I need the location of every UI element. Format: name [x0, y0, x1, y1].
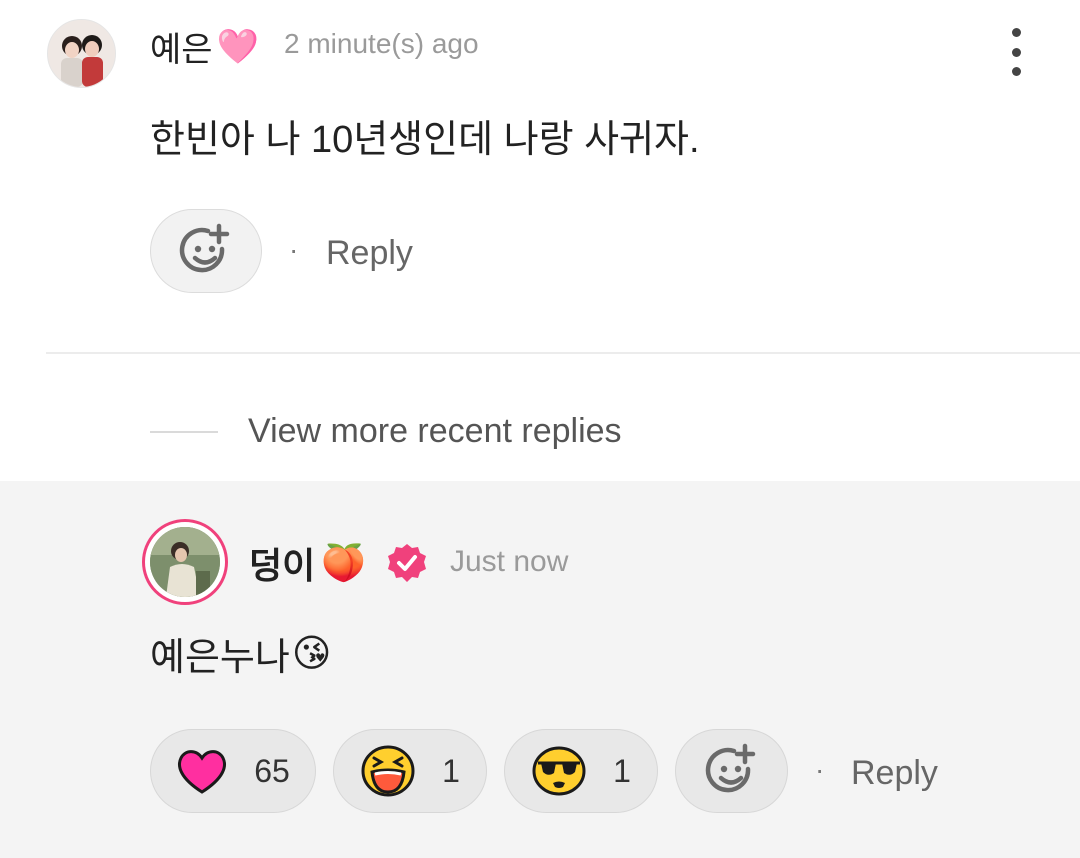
- separator-dot: ·: [289, 234, 299, 265]
- add-emoji-icon: [179, 223, 230, 273]
- verified-badge-icon: [388, 544, 427, 582]
- user-avatar[interactable]: [47, 19, 116, 88]
- author-emoji: 🩷: [216, 27, 259, 66]
- reaction-heart[interactable]: 65: [150, 729, 316, 813]
- reply-avatar[interactable]: [142, 519, 228, 605]
- reaction-count: 1: [613, 752, 631, 789]
- avatar-photo: [48, 20, 115, 87]
- kiss-emoji: 😘: [291, 633, 332, 675]
- reaction-count: 1: [442, 752, 460, 789]
- more-options-icon[interactable]: [998, 28, 1034, 76]
- reply-button[interactable]: Reply: [326, 234, 413, 273]
- reply-timestamp: Just now: [450, 545, 569, 578]
- heart-icon: [178, 750, 227, 794]
- comment-timestamp: 2 minute(s) ago: [284, 28, 479, 59]
- laughing-face-icon: [361, 745, 415, 797]
- separator-dot: ·: [815, 754, 825, 785]
- reply-author[interactable]: 덩이 🍑: [249, 537, 428, 589]
- reply-body: 예은누나 😘: [150, 626, 331, 681]
- reply-button[interactable]: Reply: [851, 754, 938, 793]
- add-reaction-button[interactable]: [675, 729, 788, 813]
- author-emoji: 🍑: [321, 542, 367, 583]
- avatar-photo: [150, 527, 220, 597]
- divider: [46, 352, 1080, 354]
- author-name: 덩이: [249, 545, 316, 586]
- reaction-laughing[interactable]: 1: [333, 729, 487, 813]
- sunglasses-face-icon: [532, 746, 586, 796]
- add-reaction-button[interactable]: [150, 209, 262, 293]
- add-emoji-icon: [705, 743, 755, 793]
- comment-author[interactable]: 예은 🩷: [150, 22, 259, 71]
- reaction-count: 65: [254, 752, 290, 789]
- view-more-replies-link[interactable]: View more recent replies: [248, 412, 622, 451]
- reaction-sunglasses[interactable]: 1: [504, 729, 658, 813]
- reply-text: 예은누나: [150, 637, 290, 679]
- thread-line: [150, 431, 218, 433]
- comment-body: 한빈아 나 10년생인데 나랑 사귀자.: [150, 119, 700, 161]
- author-name: 예은: [150, 31, 213, 69]
